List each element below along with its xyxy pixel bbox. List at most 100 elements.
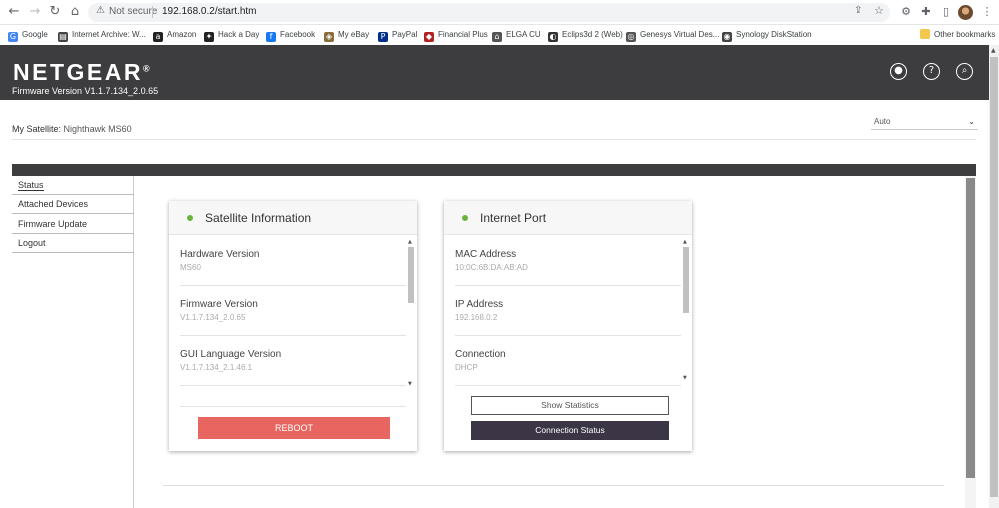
nav-item-label[interactable]: Logout — [18, 238, 46, 248]
card-scrollbar[interactable]: ▲ ▼ — [682, 239, 690, 381]
field-value: 192.168.0.2 — [455, 313, 498, 322]
bookmark-label[interactable]: Synology DiskStation — [736, 30, 812, 39]
nav-item-logout[interactable]: Logout — [12, 234, 134, 253]
netgear-header: NETGEAR® Firmware Version V1.1.7.134_2.0… — [0, 45, 999, 100]
field-label: Hardware Version — [180, 249, 260, 260]
divider — [12, 139, 976, 140]
profile-avatar[interactable] — [958, 5, 973, 20]
content-scrollbar[interactable] — [965, 176, 976, 508]
field-firmware-version: Firmware Version V1.1.7.134_2.0.65 — [180, 286, 406, 336]
warning-icon[interactable]: ⚠ — [96, 5, 105, 16]
synology-icon: ◉ — [722, 32, 732, 42]
show-statistics-button[interactable]: Show Statistics — [471, 396, 669, 415]
bookmark-item[interactable]: a Amazon — [153, 28, 196, 42]
reload-icon[interactable]: ↻ — [47, 4, 63, 20]
puzzle-icon[interactable]: ✚ — [919, 5, 933, 19]
field-ip-address: IP Address 192.168.0.2 — [455, 286, 681, 336]
back-icon[interactable]: ← — [6, 4, 22, 20]
card-scrollbar-thumb[interactable] — [683, 247, 689, 313]
share-icon[interactable]: ⇪ — [854, 5, 862, 16]
bookmark-item[interactable]: f Facebook — [266, 28, 315, 42]
paypal-icon: P — [378, 32, 388, 42]
bookmark-label[interactable]: Genesys Virtual Des... — [640, 30, 719, 39]
field-gui-language-version: GUI Language Version V1.1.7.134_2.1.46.1 — [180, 336, 406, 386]
folder-icon — [920, 29, 930, 39]
nav-item-attached-devices[interactable]: Attached Devices — [12, 195, 134, 214]
bookmark-label[interactable]: Eclips3d 2 (Web) — [562, 30, 623, 39]
card-scrollbar[interactable]: ▲ ▼ — [407, 239, 415, 387]
my-satellite: My Satellite: Nighthawk MS60 — [12, 124, 132, 134]
nav-item-label[interactable]: Firmware Update — [18, 219, 87, 229]
bookmark-item[interactable]: ◎ Genesys Virtual Des... — [626, 28, 719, 42]
bookmark-label[interactable]: Amazon — [167, 30, 196, 39]
satellite-select-value[interactable]: Auto — [874, 117, 890, 126]
chevron-down-icon[interactable]: ⌄ — [968, 115, 975, 129]
scroll-down-icon[interactable]: ▼ — [408, 381, 412, 387]
omnibox-divider — [152, 6, 153, 18]
bookmark-item[interactable]: ◆ Financial Plus — [424, 28, 488, 42]
internet-port-card: Internet Port MAC Address 10:0C:6B:DA:AB… — [444, 201, 692, 451]
page-scrollbar-thumb[interactable] — [990, 57, 998, 497]
bookmark-item[interactable]: ◉ Synology DiskStation — [722, 28, 812, 42]
genesys-icon: ◎ — [626, 32, 636, 42]
my-satellite-label: My Satellite: — [12, 124, 62, 134]
other-bookmarks[interactable]: Other bookmarks — [920, 28, 995, 42]
bookmark-label[interactable]: Google — [22, 30, 48, 39]
nav-item-label[interactable]: Attached Devices — [18, 199, 88, 209]
bookmark-label[interactable]: My eBay — [338, 30, 369, 39]
bookmark-label[interactable]: ELGA CU — [506, 30, 541, 39]
firmware-version-label: Firmware Version V1.1.7.134_2.0.65 — [12, 86, 159, 96]
bookmark-label[interactable]: Internet Archive: W... — [72, 30, 146, 39]
search-icon[interactable]: ⌕ — [956, 63, 973, 80]
not-secure-label[interactable]: Not secure — [109, 6, 157, 17]
bookmark-item[interactable]: ▤ Internet Archive: W... — [58, 28, 146, 42]
forward-icon[interactable]: → — [27, 4, 43, 20]
reboot-button[interactable]: REBOOT — [198, 417, 390, 439]
content-scrollbar-thumb[interactable] — [966, 178, 975, 478]
other-bookmarks-label[interactable]: Other bookmarks — [934, 30, 995, 39]
field-label: MAC Address — [455, 249, 517, 260]
bookmark-item[interactable]: ⌂ ELGA CU — [492, 28, 541, 42]
status-dot-icon — [462, 215, 468, 221]
bookmark-label[interactable]: Hack a Day — [218, 30, 259, 39]
bookmark-item[interactable]: ✦ Hack a Day — [204, 28, 259, 42]
address-bar[interactable]: ⚠ Not secure 192.168.0.2/start.htm ⇪ ☆ — [88, 3, 890, 22]
menu-icon[interactable]: ⋮ — [980, 5, 994, 19]
scroll-up-icon[interactable]: ▲ — [991, 47, 996, 54]
bookmark-item[interactable]: ◈ My eBay — [324, 28, 369, 42]
satellite-information-card: Satellite Information Hardware Version M… — [169, 201, 417, 451]
satellite-select[interactable]: Auto ⌄ — [871, 115, 978, 130]
financial-plus-icon: ◆ — [424, 32, 434, 42]
scroll-up-icon[interactable]: ▲ — [408, 239, 412, 245]
nav-item-firmware-update[interactable]: Firmware Update — [12, 215, 134, 234]
hackaday-icon: ✦ — [204, 32, 214, 42]
bookmark-label[interactable]: Facebook — [280, 30, 315, 39]
connection-status-button[interactable]: Connection Status — [471, 421, 669, 440]
nav-item-label[interactable]: Status — [18, 180, 44, 191]
bookmark-item[interactable]: P PayPal — [378, 28, 417, 42]
google-icon: G — [8, 32, 18, 42]
home-icon[interactable]: ⌂ — [67, 4, 83, 20]
sidepanel-icon[interactable]: ▯ — [939, 5, 953, 19]
divider — [163, 485, 944, 486]
extension-icon[interactable]: ⚙ — [899, 5, 913, 19]
card-scrollbar-thumb[interactable] — [408, 247, 414, 303]
scroll-down-icon[interactable]: ▼ — [683, 375, 687, 381]
scroll-up-icon[interactable]: ▲ — [683, 239, 687, 245]
page-scrollbar[interactable]: ▲ — [989, 45, 999, 508]
netgear-logo[interactable]: NETGEAR® — [13, 59, 152, 86]
card-header: Satellite Information — [169, 201, 417, 235]
bookmark-label[interactable]: Financial Plus — [438, 30, 488, 39]
bookmark-label[interactable]: PayPal — [392, 30, 417, 39]
nav-item-status[interactable]: Status — [12, 176, 134, 195]
field-mac-address: MAC Address 10:0C:6B:DA:AB:AD — [455, 236, 681, 286]
bookmark-star-icon[interactable]: ☆ — [874, 4, 884, 17]
url-text[interactable]: 192.168.0.2/start.htm — [162, 6, 257, 17]
ebay-icon: ◈ — [324, 32, 334, 42]
status-dot-icon — [187, 215, 193, 221]
bookmark-item[interactable]: ◐ Eclips3d 2 (Web) — [548, 28, 623, 42]
card-title: Satellite Information — [205, 211, 312, 225]
bookmark-item[interactable]: G Google — [8, 28, 48, 42]
user-icon[interactable]: ● — [890, 63, 907, 80]
help-icon[interactable]: ? — [923, 63, 940, 80]
